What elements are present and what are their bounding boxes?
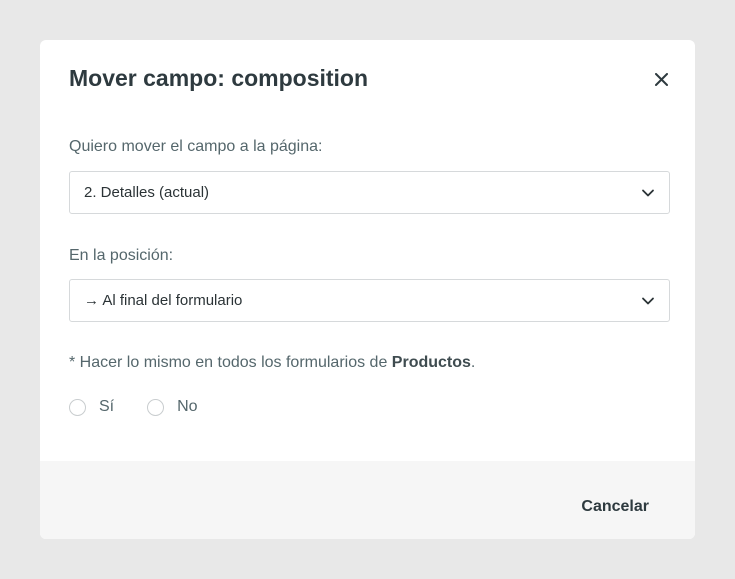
page-select-value: 2. Detalles (actual)	[84, 184, 210, 201]
close-button[interactable]	[649, 67, 673, 91]
radio-no-circle[interactable]	[147, 398, 165, 416]
apply-all-prefix: * Hacer lo mismo en todos los formulario…	[69, 354, 392, 371]
close-icon	[654, 72, 668, 86]
dialog-title: Mover campo: composition	[69, 65, 369, 91]
chevron-down-icon	[642, 189, 654, 197]
radio-no-label: No	[177, 398, 198, 415]
radio-yes-label: Sí	[99, 398, 115, 415]
chevron-down-icon	[642, 297, 654, 305]
cancel-button[interactable]: Cancelar	[581, 497, 649, 517]
position-select[interactable]: → Al final del formulario	[69, 279, 670, 322]
apply-all-entity: Productos	[391, 354, 471, 371]
radio-yes-circle[interactable]	[69, 398, 86, 416]
apply-all-radio-group: Sí No	[69, 397, 231, 417]
radio-no[interactable]: No	[147, 397, 198, 417]
dialog-footer: Cancelar	[40, 461, 695, 539]
position-select-label: En la posición:	[69, 247, 174, 264]
apply-all-note: * Hacer lo mismo en todos los formulario…	[69, 353, 475, 373]
radio-yes[interactable]: Sí	[69, 397, 114, 417]
position-select-value: → Al final del formulario	[84, 292, 243, 309]
move-field-dialog: Mover campo: composition Quiero mover el…	[40, 40, 695, 539]
apply-all-suffix: .	[470, 354, 476, 371]
page-select-label: Quiero mover el campo a la página:	[69, 138, 323, 155]
page-select[interactable]: 2. Detalles (actual)	[69, 171, 670, 214]
